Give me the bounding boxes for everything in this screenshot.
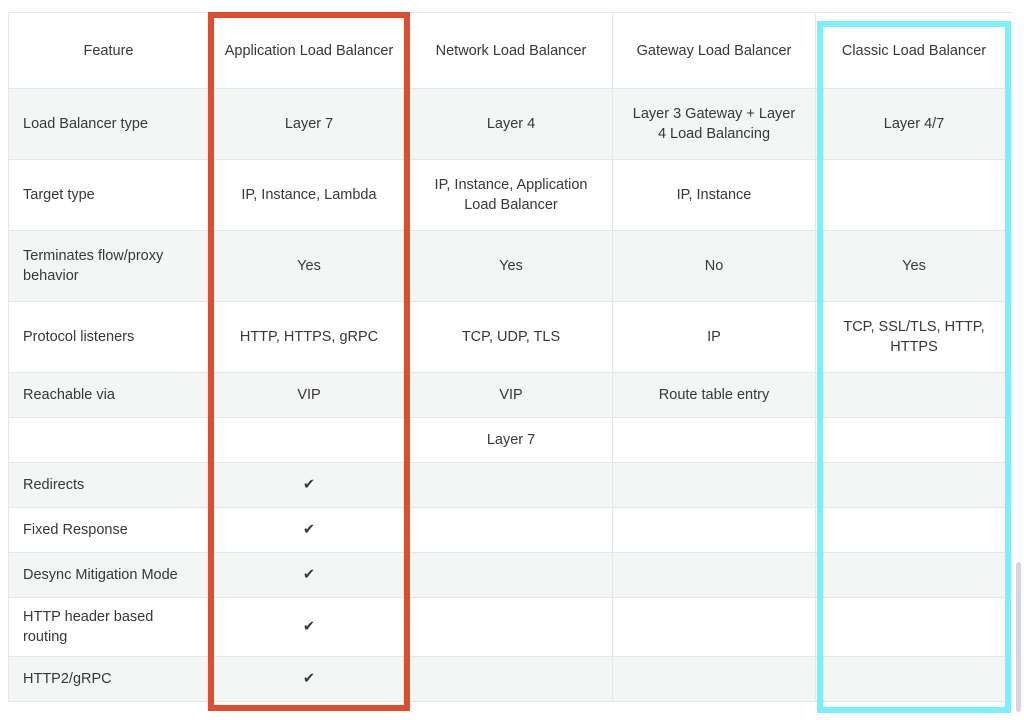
cell-nlb [409, 552, 613, 598]
cell-alb: HTTP, HTTPS, gRPC [208, 301, 410, 373]
column-header-feature: Feature [8, 12, 209, 89]
cell-clb: Yes [815, 230, 1012, 302]
row-label: Protocol listeners [8, 301, 209, 373]
cell-clb [815, 372, 1012, 418]
cell-clb [815, 552, 1012, 598]
table-row: Desync Mitigation Mode ✔ [8, 552, 1012, 598]
cell-clb [815, 159, 1012, 231]
cell-nlb: IP, Instance, Application Load Balancer [409, 159, 613, 231]
cell-clb [815, 656, 1012, 702]
cell-gwlb: IP, Instance [612, 159, 816, 231]
table-header-row: Feature Application Load Balancer Networ… [8, 12, 1012, 89]
scrollbar-track[interactable] [1016, 2, 1023, 718]
table-row: Reachable via VIP VIP Route table entry [8, 372, 1012, 418]
row-label: Redirects [8, 462, 209, 508]
screenshot-root: Feature Application Load Balancer Networ… [0, 0, 1024, 720]
table-row: Load Balancer type Layer 7 Layer 4 Layer… [8, 88, 1012, 160]
cell-nlb [409, 507, 613, 553]
cell-gwlb [612, 552, 816, 598]
load-balancer-comparison-table: Feature Application Load Balancer Networ… [8, 12, 1012, 702]
cell-nlb: VIP [409, 372, 613, 418]
cell-clb: TCP, SSL/TLS, HTTP, HTTPS [815, 301, 1012, 373]
cell-nlb: Yes [409, 230, 613, 302]
row-label: Desync Mitigation Mode [8, 552, 209, 598]
cell-gwlb: IP [612, 301, 816, 373]
cell-gwlb [612, 462, 816, 508]
cell-alb: Layer 7 [208, 88, 410, 160]
cell-gwlb [612, 656, 816, 702]
row-label: Target type [8, 159, 209, 231]
section-title: Layer 7 [409, 417, 613, 463]
row-label: Reachable via [8, 372, 209, 418]
cell-nlb [409, 462, 613, 508]
row-label [8, 417, 209, 463]
table-row: HTTP header based routing ✔ [8, 597, 1012, 657]
cell-gwlb [612, 597, 816, 657]
column-header-alb: Application Load Balancer [208, 12, 410, 89]
row-label: HTTP2/gRPC [8, 656, 209, 702]
cell-clb [815, 597, 1012, 657]
check-icon: ✔ [208, 462, 410, 508]
cell-clb: Layer 4/7 [815, 88, 1012, 160]
cell-nlb: TCP, UDP, TLS [409, 301, 613, 373]
comparison-table-container: Feature Application Load Balancer Networ… [8, 12, 1012, 712]
cell-gwlb: Layer 3 Gateway + Layer 4 Load Balancing [612, 88, 816, 160]
column-header-gwlb: Gateway Load Balancer [612, 12, 816, 89]
check-icon: ✔ [208, 597, 410, 657]
cell-gwlb: Route table entry [612, 372, 816, 418]
cell-clb [815, 462, 1012, 508]
cell-alb: VIP [208, 372, 410, 418]
check-icon: ✔ [208, 552, 410, 598]
table-row: Terminates flow/proxy behavior Yes Yes N… [8, 230, 1012, 302]
cell-nlb [409, 597, 613, 657]
cell-alb: IP, Instance, Lambda [208, 159, 410, 231]
row-label: Fixed Response [8, 507, 209, 553]
table-row: Protocol listeners HTTP, HTTPS, gRPC TCP… [8, 301, 1012, 373]
table-row: Fixed Response ✔ [8, 507, 1012, 553]
cell-gwlb [612, 507, 816, 553]
scrollbar-thumb[interactable] [1016, 562, 1021, 712]
table-section-header-row: Layer 7 [8, 417, 1012, 463]
column-header-nlb: Network Load Balancer [409, 12, 613, 89]
cell-alb [208, 417, 410, 463]
cell-nlb: Layer 4 [409, 88, 613, 160]
check-icon: ✔ [208, 656, 410, 702]
cell-nlb [409, 656, 613, 702]
cell-clb [815, 507, 1012, 553]
table-row: Redirects ✔ [8, 462, 1012, 508]
row-label: Load Balancer type [8, 88, 209, 160]
row-label: HTTP header based routing [8, 597, 209, 657]
table-row: Target type IP, Instance, Lambda IP, Ins… [8, 159, 1012, 231]
cell-clb [815, 417, 1012, 463]
column-header-clb: Classic Load Balancer [815, 12, 1012, 89]
check-icon: ✔ [208, 507, 410, 553]
table-row: HTTP2/gRPC ✔ [8, 656, 1012, 702]
row-label: Terminates flow/proxy behavior [8, 230, 209, 302]
cell-alb: Yes [208, 230, 410, 302]
cell-gwlb [612, 417, 816, 463]
cell-gwlb: No [612, 230, 816, 302]
